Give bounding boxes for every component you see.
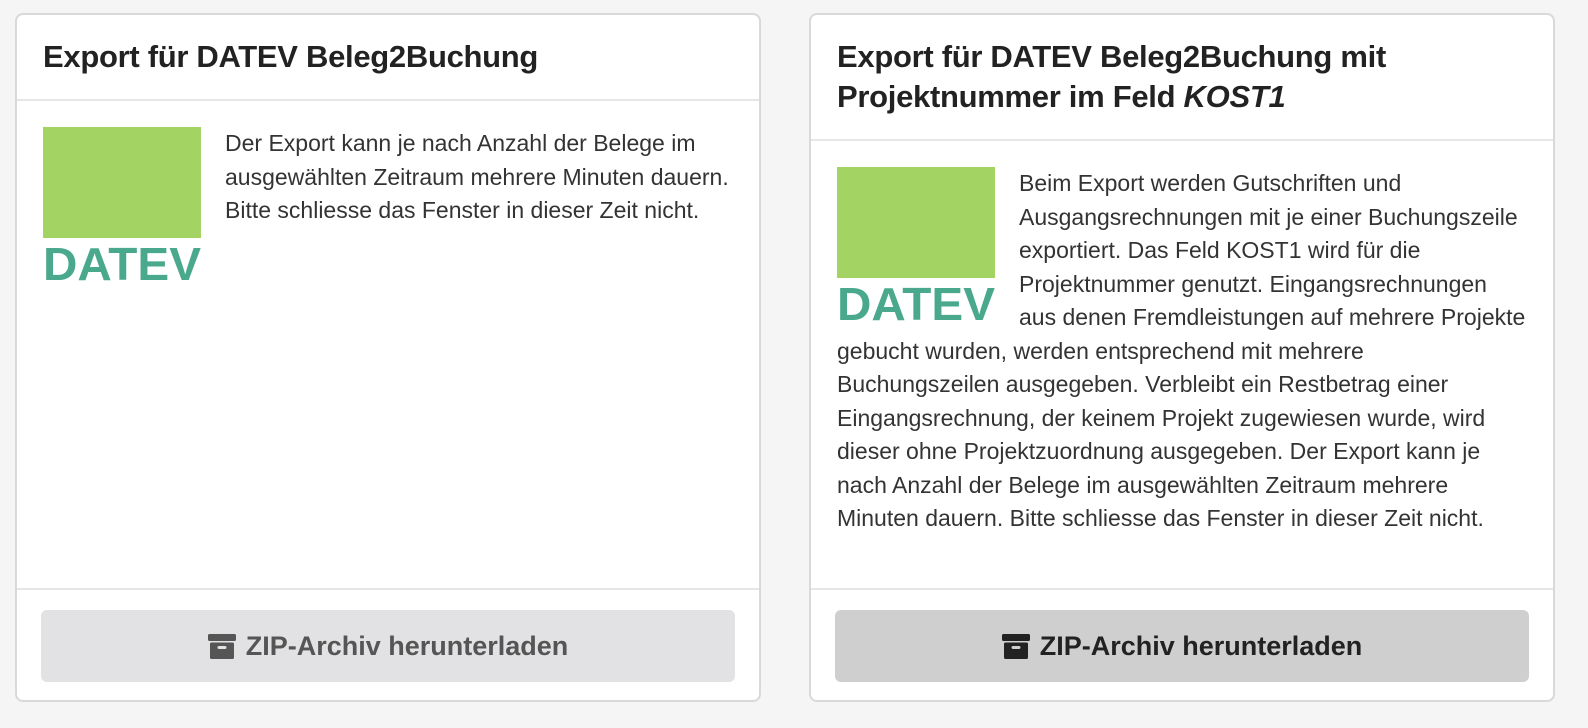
card-header: Export für DATEV Beleg2Buchung bbox=[17, 15, 759, 101]
datev-logo-square bbox=[43, 127, 201, 238]
datev-logo: DATEV bbox=[837, 167, 995, 325]
card-title-field: KOST1 bbox=[1183, 79, 1286, 114]
card-title-main: Export für DATEV Beleg2Buchung mit Proje… bbox=[837, 39, 1386, 114]
download-zip-button[interactable]: ZIP-Archiv herunterladen bbox=[41, 610, 735, 682]
datev-logo-wordmark: DATEV bbox=[837, 280, 995, 324]
card-footer: ZIP-Archiv herunterladen bbox=[17, 588, 759, 700]
svg-text:DATEV: DATEV bbox=[837, 280, 995, 324]
datev-logo: DATEV bbox=[43, 127, 201, 285]
download-zip-label: ZIP-Archiv herunterladen bbox=[1039, 630, 1363, 661]
card-body: DATEV Beim Export werden Gutschriften un… bbox=[811, 141, 1553, 588]
card-body: DATEV Der Export kann je nach Anzahl der… bbox=[17, 101, 759, 588]
card-title: Export für DATEV Beleg2Buchung mit Proje… bbox=[837, 37, 1527, 117]
datev-logo-wordmark: DATEV bbox=[43, 240, 201, 284]
archive-icon bbox=[1001, 633, 1030, 659]
download-zip-button[interactable]: ZIP-Archiv herunterladen bbox=[835, 610, 1529, 682]
card-title: Export für DATEV Beleg2Buchung bbox=[43, 39, 539, 74]
archive-icon bbox=[207, 633, 236, 659]
card-footer: ZIP-Archiv herunterladen bbox=[811, 588, 1553, 700]
download-zip-label: ZIP-Archiv herunterladen bbox=[245, 630, 569, 661]
export-card-beleg2buchung: Export für DATEV Beleg2Buchung DATEV Der… bbox=[15, 13, 761, 702]
card-header: Export für DATEV Beleg2Buchung mit Proje… bbox=[811, 15, 1553, 141]
svg-text:DATEV: DATEV bbox=[43, 240, 201, 284]
datev-logo-square bbox=[837, 167, 995, 278]
export-card-beleg2buchung-kost1: Export für DATEV Beleg2Buchung mit Proje… bbox=[809, 13, 1555, 702]
